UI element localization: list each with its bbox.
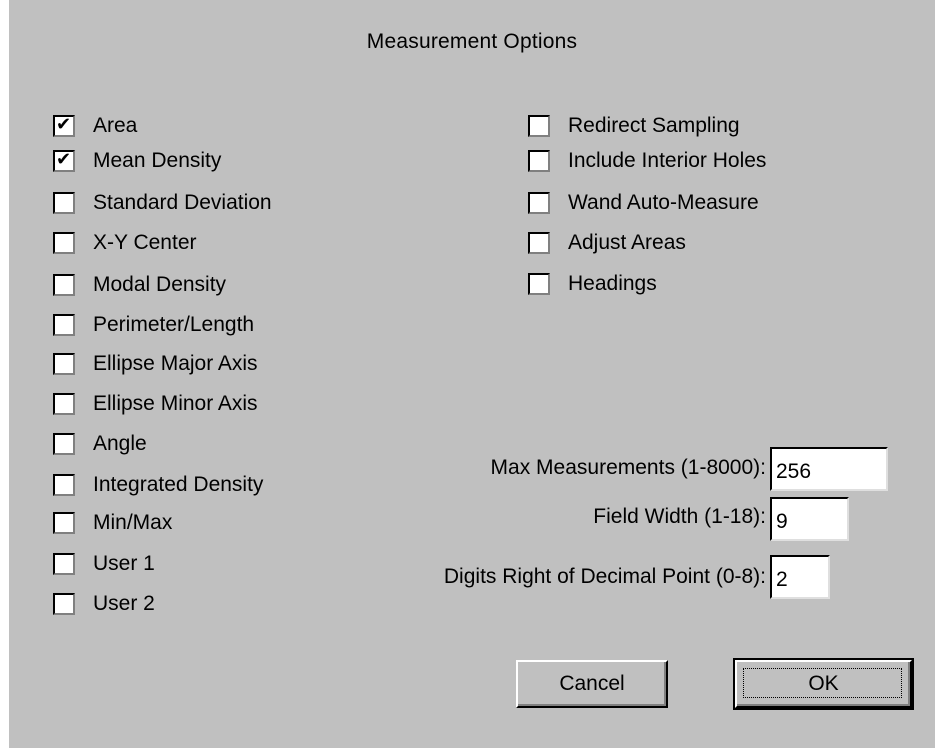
dialog-title: Measurement Options (366, 30, 578, 53)
checkbox-user-1[interactable]: User 1 (53, 550, 155, 578)
checkbox-box[interactable] (53, 474, 75, 496)
focus-ring (743, 668, 902, 698)
checkbox-xy-center[interactable]: X-Y Center (53, 229, 197, 257)
checkbox-wand-auto-measure[interactable]: Wand Auto-Measure (528, 189, 759, 217)
checkbox-box[interactable] (53, 433, 75, 455)
field-width-label: Field Width (1-18): (593, 505, 766, 528)
checkbox-box[interactable] (53, 274, 75, 296)
checkbox-label: User 2 (93, 592, 155, 615)
cancel-button-label: Cancel (559, 672, 625, 695)
checkbox-headings[interactable]: Headings (528, 270, 657, 298)
checkbox-label: Ellipse Major Axis (93, 352, 258, 375)
checkbox-box[interactable] (528, 150, 550, 172)
checkbox-box[interactable] (53, 353, 75, 375)
checkbox-label: Standard Deviation (93, 191, 272, 214)
checkbox-perimeter-length[interactable]: Perimeter/Length (53, 311, 254, 339)
checkmark-icon (531, 114, 549, 132)
checkbox-label: Mean Density (93, 149, 222, 172)
checkbox-box[interactable] (53, 192, 75, 214)
checkbox-integrated-density[interactable]: Integrated Density (53, 471, 263, 499)
checkmark-icon (56, 231, 74, 249)
digits-right-input[interactable] (770, 555, 830, 599)
checkbox-label: Area (93, 114, 138, 137)
checkbox-label: Ellipse Minor Axis (93, 392, 258, 415)
checkmark-icon (56, 432, 74, 450)
checkbox-box[interactable] (528, 273, 550, 295)
checkbox-mean-density[interactable]: ✔ Mean Density (53, 147, 221, 175)
checkmark-icon (56, 473, 74, 491)
checkmark-icon (56, 352, 74, 370)
checkmark-icon (531, 149, 549, 167)
field-width-input[interactable] (770, 497, 849, 541)
checkbox-box[interactable] (528, 192, 550, 214)
checkmark-icon (56, 552, 74, 570)
checkbox-label: User 1 (93, 552, 155, 575)
checkbox-label: Adjust Areas (568, 231, 686, 254)
checkbox-label: X-Y Center (93, 231, 197, 254)
checkbox-box[interactable] (53, 232, 75, 254)
measurement-options-dialog: Measurement Options ✔ Area ✔ Mean Densit… (9, 0, 935, 748)
checkbox-box[interactable] (53, 314, 75, 336)
checkmark-icon (531, 191, 549, 209)
checkmark-icon: ✔ (56, 149, 72, 170)
checkmark-icon (56, 392, 74, 410)
checkbox-label: Redirect Sampling (568, 114, 740, 137)
checkbox-adjust-areas[interactable]: Adjust Areas (528, 229, 686, 257)
checkmark-icon (56, 313, 74, 331)
checkbox-box[interactable] (528, 232, 550, 254)
checkbox-box[interactable] (53, 593, 75, 615)
ok-button[interactable]: OK (733, 658, 914, 710)
checkbox-ellipse-major-axis[interactable]: Ellipse Major Axis (53, 350, 258, 378)
checkbox-user-2[interactable]: User 2 (53, 590, 155, 618)
checkbox-box[interactable]: ✔ (53, 114, 75, 137)
checkbox-min-max[interactable]: Min/Max (53, 509, 172, 537)
checkbox-area[interactable]: ✔ Area (53, 112, 137, 140)
checkmark-icon (56, 511, 74, 529)
checkmark-icon (56, 273, 74, 291)
checkbox-label: Integrated Density (93, 473, 264, 496)
checkbox-label: Headings (568, 272, 657, 295)
checkbox-label: Modal Density (93, 273, 227, 296)
checkbox-standard-deviation[interactable]: Standard Deviation (53, 189, 272, 217)
checkbox-label: Angle (93, 432, 147, 455)
checkmark-icon (56, 592, 74, 610)
checkmark-icon (531, 272, 549, 290)
checkmark-icon: ✔ (56, 114, 72, 135)
cancel-button[interactable]: Cancel (516, 660, 668, 708)
checkbox-label: Include Interior Holes (568, 149, 767, 172)
checkmark-icon (531, 231, 549, 249)
checkbox-box[interactable] (53, 393, 75, 415)
checkbox-box[interactable] (53, 553, 75, 575)
digits-right-label: Digits Right of Decimal Point (0-8): (443, 565, 766, 588)
max-measurements-input[interactable] (770, 447, 888, 491)
checkbox-include-interior-holes[interactable]: Include Interior Holes (528, 147, 766, 175)
checkbox-label: Perimeter/Length (93, 313, 255, 336)
checkbox-label: Wand Auto-Measure (568, 191, 759, 214)
checkbox-box[interactable] (53, 512, 75, 534)
checkbox-box[interactable] (528, 115, 550, 137)
checkbox-angle[interactable]: Angle (53, 430, 147, 458)
checkbox-modal-density[interactable]: Modal Density (53, 271, 226, 299)
checkbox-ellipse-minor-axis[interactable]: Ellipse Minor Axis (53, 390, 258, 418)
max-measurements-label: Max Measurements (1-8000): (490, 456, 766, 479)
checkbox-box[interactable]: ✔ (53, 149, 75, 172)
checkbox-label: Min/Max (93, 511, 173, 534)
checkbox-redirect-sampling[interactable]: Redirect Sampling (528, 112, 740, 140)
checkmark-icon (56, 191, 74, 209)
